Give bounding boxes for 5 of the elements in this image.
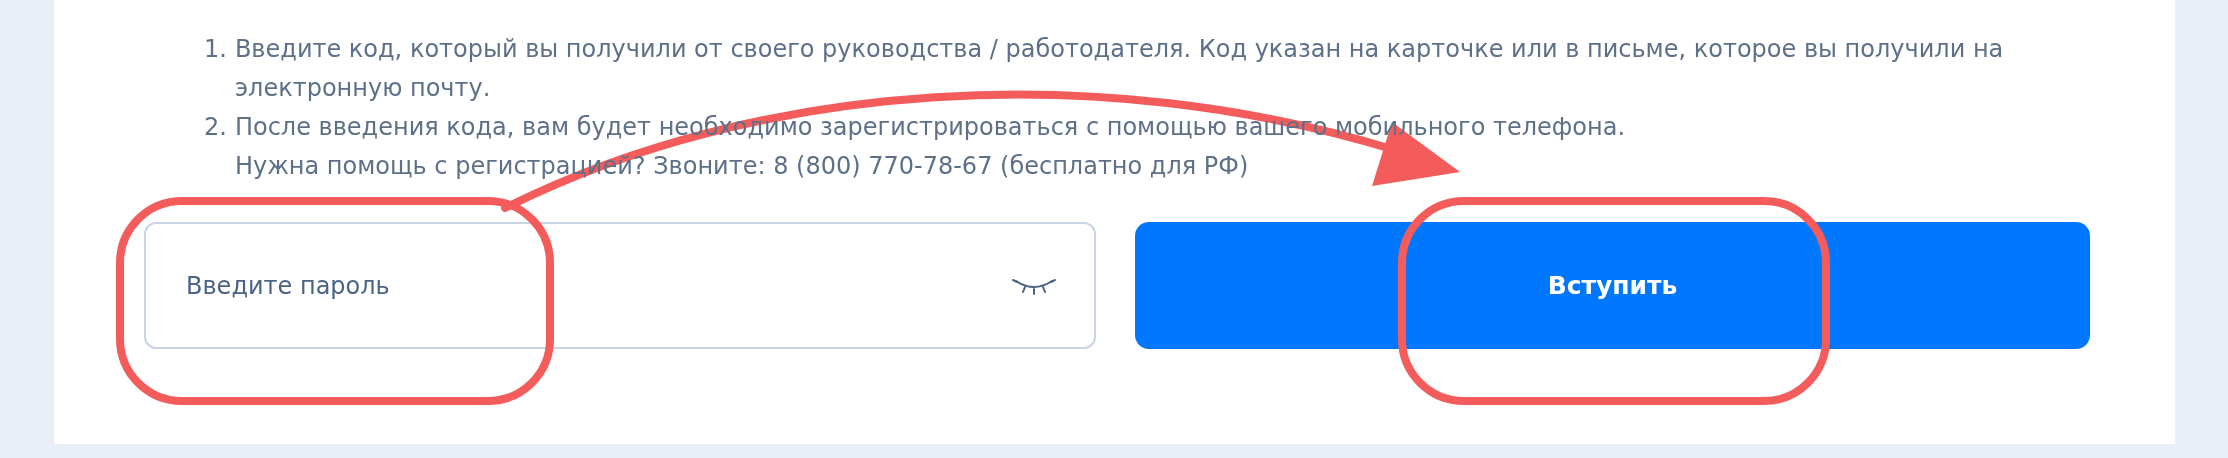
- password-field[interactable]: Введите пароль: [144, 222, 1096, 349]
- list-number: 2.: [204, 112, 227, 143]
- list-number: 1.: [204, 34, 227, 65]
- join-button[interactable]: Вступить: [1135, 222, 2090, 349]
- instruction-text: Введите код, который вы получили от своего руководства / работодателя. Код указан на карточке или в письме, которое вы получили на электронную почту.: [234, 34, 2005, 104]
